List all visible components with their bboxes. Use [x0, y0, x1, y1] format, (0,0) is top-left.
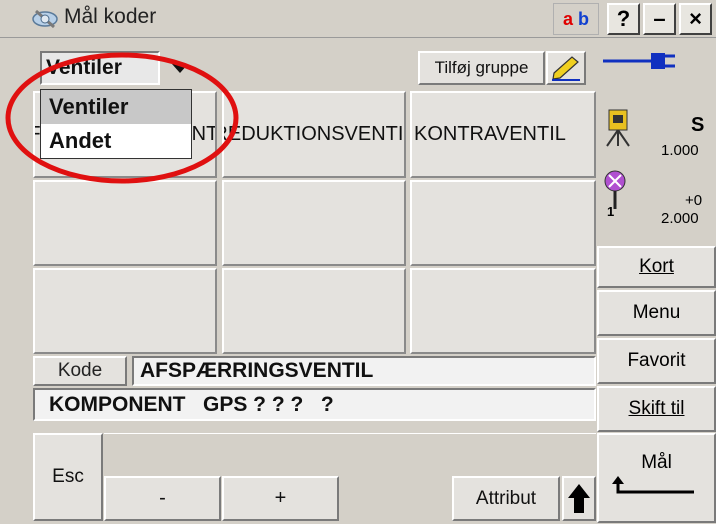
satellite-icon: [32, 9, 58, 29]
code-button-7[interactable]: [33, 268, 217, 354]
minimize-button[interactable]: –: [643, 3, 676, 35]
prism-number: 1: [607, 204, 615, 219]
menu-button[interactable]: Menu: [597, 290, 716, 336]
prism-value: 2.000: [661, 210, 699, 227]
status-panel: S 1.000: [597, 38, 716, 164]
edit-group-button[interactable]: [546, 51, 586, 85]
instrument-letter: S: [691, 114, 705, 136]
code-button-4[interactable]: [33, 180, 217, 266]
enter-arrow-icon: [611, 476, 694, 494]
shift-button[interactable]: [562, 476, 596, 521]
help-button[interactable]: ?: [607, 3, 640, 35]
code-button-8[interactable]: [222, 268, 406, 354]
skift-til-button[interactable]: Skift til: [597, 386, 716, 432]
skift-til-label: Skift til: [628, 398, 685, 419]
prism-offset: +0: [685, 192, 703, 209]
add-group-button[interactable]: Tilføj gruppe: [418, 51, 545, 85]
code-button-5[interactable]: [222, 180, 406, 266]
highlight-circle: [5, 52, 239, 184]
close-button[interactable]: ×: [679, 3, 712, 35]
prism-panel: 1 +0 2.000: [597, 164, 716, 246]
power-plug-icon: [603, 53, 675, 69]
minus-button[interactable]: -: [104, 476, 221, 521]
arrow-up-icon: [568, 484, 590, 513]
input-mode-a: a: [562, 9, 573, 29]
favorit-label: Favorit: [627, 350, 686, 371]
input-mode-indicator[interactable]: a b: [553, 3, 599, 35]
kort-button[interactable]: Kort: [597, 246, 716, 288]
attribute-line: KOMPONENT GPS ? ? ? ?: [33, 388, 596, 421]
favorit-button[interactable]: Favorit: [597, 338, 716, 384]
code-button-9[interactable]: [410, 268, 596, 354]
attribut-button[interactable]: Attribut: [452, 476, 560, 521]
code-button-6[interactable]: [410, 180, 596, 266]
pencil-icon: [552, 56, 580, 81]
code-input[interactable]: AFSPÆRRINGSVENTIL: [132, 356, 596, 386]
code-button-3[interactable]: KONTRAVENTIL: [410, 91, 596, 178]
esc-button[interactable]: Esc: [33, 433, 103, 521]
title-bar: Mål koder a b ? – ×: [0, 0, 716, 38]
menu-label: Menu: [632, 302, 681, 323]
instrument-value: 1.000: [661, 142, 699, 159]
kort-label: Kort: [639, 256, 674, 277]
plus-button[interactable]: +: [222, 476, 339, 521]
maal-label: Mål: [641, 452, 672, 473]
window-title: Mål koder: [64, 5, 157, 28]
code-label: Kode: [33, 356, 127, 386]
total-station-icon: [606, 109, 630, 147]
maal-button[interactable]: Mål: [597, 433, 716, 523]
input-mode-b: b: [578, 9, 590, 29]
